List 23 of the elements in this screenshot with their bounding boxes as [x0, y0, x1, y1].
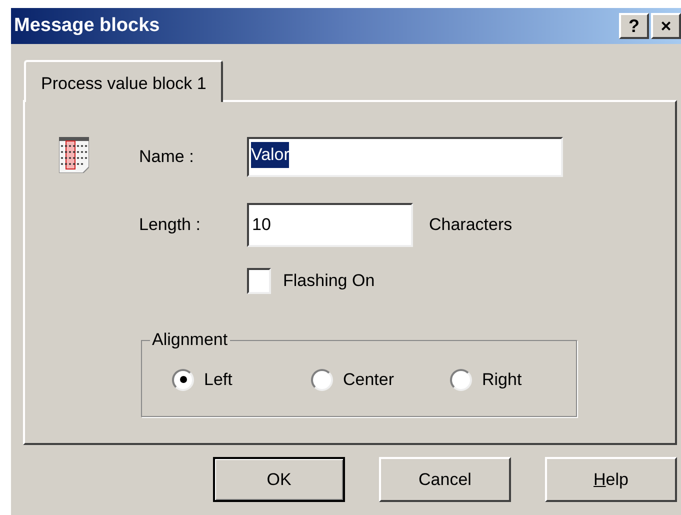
dialog-button[interactable]: Help [545, 457, 677, 502]
radio-label: Center [343, 369, 394, 391]
window-title: Message blocks [14, 14, 160, 38]
table-icon [59, 137, 89, 173]
selected-text: Valor [251, 142, 290, 168]
radio-label: Right [482, 369, 522, 391]
radio-button[interactable] [450, 368, 472, 391]
dialog-button[interactable]: Cancel [379, 457, 511, 502]
field-text: 10 [252, 214, 271, 236]
tab[interactable]: Process value block 1 [24, 60, 224, 102]
name-label: Name : [139, 146, 195, 168]
radio-button[interactable] [311, 368, 333, 391]
length-label: Length : [139, 214, 202, 236]
close-button[interactable]: × [651, 13, 681, 39]
checkbox[interactable] [247, 268, 271, 294]
length-input[interactable]: 10 [247, 203, 413, 247]
checkbox-label: Flashing On [283, 270, 375, 292]
unit-label: Characters [429, 214, 512, 236]
radio-label: Left [204, 369, 232, 391]
help-button[interactable]: ? [619, 13, 649, 39]
name-input[interactable]: Valor [247, 137, 563, 177]
dialog-button[interactable]: OK [213, 457, 345, 502]
radio-button[interactable] [172, 368, 194, 391]
